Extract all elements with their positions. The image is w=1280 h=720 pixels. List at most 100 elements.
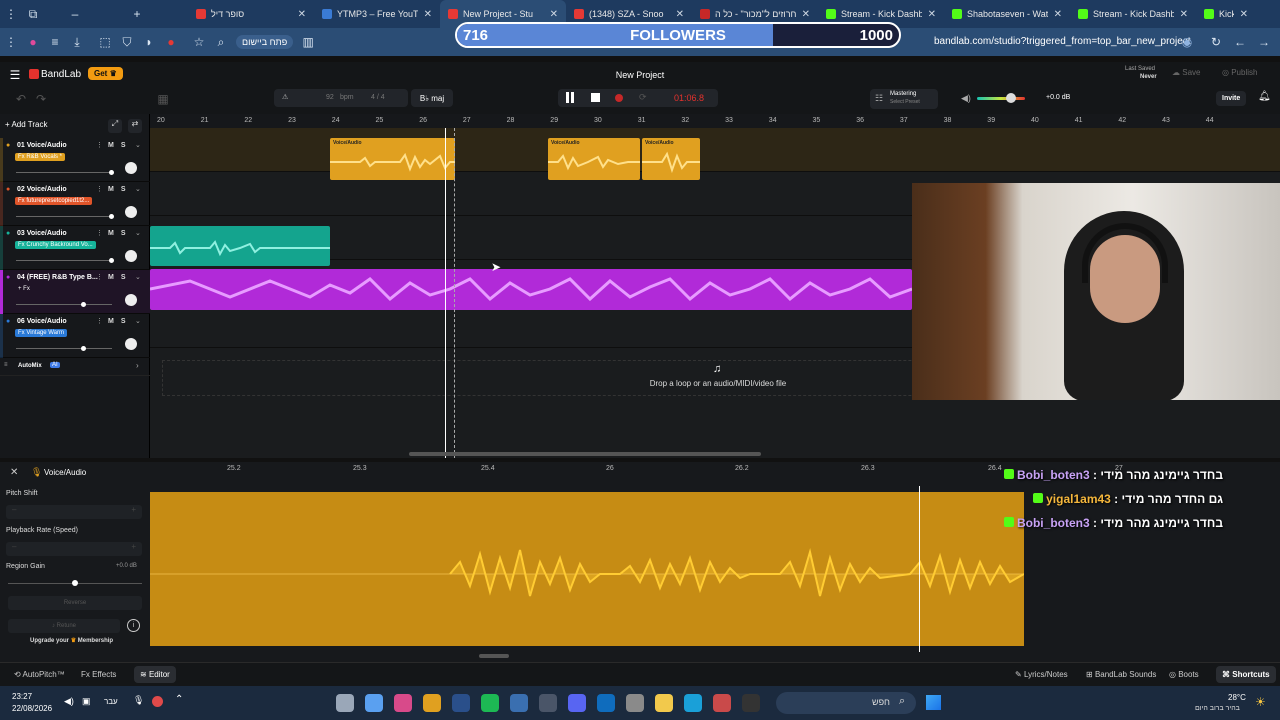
clock-time[interactable]: 23:27 [12, 692, 32, 701]
track-pan-knob[interactable] [125, 294, 137, 306]
start-button[interactable] [926, 695, 941, 710]
editor-scrollbar[interactable] [479, 654, 509, 658]
edge-app-icon[interactable] [684, 694, 702, 712]
track-header[interactable]: ● 03 Voice/Audio Fx Crunchy Backround Vo… [0, 226, 150, 270]
track-header[interactable]: ● 02 Voice/Audio Fx futurepresetcopied1t… [0, 182, 150, 226]
track-volume-handle[interactable] [81, 302, 86, 307]
track-fx-badge[interactable]: Fx futurepresetcopied1t2... [15, 197, 93, 205]
track-pan-knob[interactable] [125, 338, 137, 350]
language-indicator[interactable]: עבר [104, 697, 118, 706]
track-volume-fader[interactable] [16, 170, 114, 175]
spotify-app-icon[interactable] [481, 694, 499, 712]
editor-playhead[interactable] [919, 486, 920, 652]
close-tab-icon[interactable]: ✕ [928, 9, 936, 20]
track-volume-fader[interactable] [16, 258, 114, 263]
browser-menu-icon[interactable]: ⋮ [0, 31, 22, 53]
forward-icon[interactable]: → [1253, 31, 1275, 53]
mic-tray-icon[interactable]: 🎙︎ [133, 695, 144, 706]
master-volume-handle[interactable] [1006, 93, 1016, 103]
track-expand-icon[interactable]: ⌄ [135, 141, 141, 149]
automix-expand-icon[interactable]: › [136, 361, 139, 370]
discord-app-icon[interactable] [568, 694, 586, 712]
speaker-icon[interactable]: ◀) [961, 93, 971, 104]
track-menu-icon[interactable]: ⋮ [96, 229, 103, 237]
effects-tab[interactable]: Fx Effects [81, 670, 116, 679]
close-tab-icon[interactable]: ✕ [550, 9, 558, 20]
clip-vocal-2[interactable]: Voice/Audio [548, 138, 640, 180]
close-tab-icon[interactable]: ✕ [802, 9, 810, 20]
star-icon[interactable]: ☆ [188, 31, 210, 53]
invite-button[interactable]: Invite [1216, 91, 1247, 106]
key-selector[interactable]: B♭ maj [411, 89, 453, 107]
reload-icon[interactable]: ↻ [1205, 31, 1227, 53]
close-editor-icon[interactable]: ✕ [10, 467, 18, 478]
track-name[interactable]: 03 Voice/Audio [17, 230, 67, 237]
editor-waveform-region[interactable] [150, 492, 1024, 646]
grid-icon[interactable]: ▦ [152, 88, 174, 110]
track-settings-icon[interactable]: ⇄ [128, 119, 142, 133]
close-tab-icon[interactable]: ✕ [424, 9, 432, 20]
save-button[interactable]: ☁ Save [1172, 68, 1200, 77]
track-expand-icon[interactable]: ⌄ [135, 273, 141, 281]
close-tab-icon[interactable]: ✕ [1240, 9, 1248, 20]
region-gain-slider[interactable] [8, 580, 142, 586]
autopitch-tab[interactable]: ⟲ AutoPitch™ [14, 670, 65, 679]
bpm-value[interactable]: 92 [326, 94, 334, 101]
get-membership-button[interactable]: Get ♛ [88, 67, 123, 80]
settings-app-icon[interactable] [336, 694, 354, 712]
timeline-ruler[interactable]: 20 21 22 23 24 25 26 27 28 29 30 31 32 33 34 35 36 37 38 39… [150, 114, 1280, 128]
track-volume-handle[interactable] [81, 346, 86, 351]
browser-tab[interactable]: Shabotaseven - Watc ✕ [944, 0, 1070, 28]
extensions-icon[interactable]: ⬚ [94, 31, 116, 53]
track-volume-fader[interactable] [16, 214, 114, 219]
network-tray-icon[interactable]: ▣ [82, 696, 91, 707]
steam-client-app-icon[interactable] [510, 694, 528, 712]
tools-icon[interactable]: ⤢ [108, 119, 122, 133]
sounds-tab[interactable]: ⊞ BandLab Sounds [1086, 670, 1156, 679]
master-volume-slider[interactable] [977, 93, 1025, 103]
retune-button[interactable]: ♪ Retune [8, 619, 120, 633]
pause-button[interactable] [566, 92, 574, 103]
track-volume-fader[interactable] [16, 346, 112, 351]
obs-tray-icon[interactable] [152, 696, 163, 707]
audio-icon[interactable]: ◗ [138, 31, 160, 53]
steam-app-icon[interactable] [452, 694, 470, 712]
back-icon[interactable]: ← [1229, 31, 1251, 53]
account-icon[interactable]: ◉ [1176, 31, 1198, 53]
minimize-icon[interactable]: – [64, 3, 86, 25]
track-fx-badge[interactable]: Fx Crunchy Backround Vo... [15, 241, 96, 249]
track-pan-knob[interactable] [125, 250, 137, 262]
weather-temp[interactable]: 28°C [1228, 693, 1246, 702]
track-volume-handle[interactable] [109, 258, 114, 263]
track-menu-icon[interactable]: ⋮ [96, 185, 103, 193]
open-in-app-button[interactable]: פתח ביישום [236, 35, 294, 49]
download-icon[interactable]: ⤓ [66, 31, 88, 53]
window-menu-icon[interactable]: ⋮ [0, 3, 22, 25]
editor-tab[interactable]: ≋ Editor [134, 666, 176, 683]
browser-tab[interactable]: סופר דיל ✕ [188, 0, 314, 28]
taskbar-search[interactable]: חפש ⌕ [776, 692, 916, 714]
horizontal-scrollbar[interactable] [409, 452, 761, 456]
clip-vocal-1[interactable]: Voice/Audio [330, 138, 455, 180]
track-fx-badge[interactable]: Fx Vintage Warm [15, 329, 68, 337]
browser-tab[interactable]: Kick ✕ [1196, 0, 1256, 28]
playhead[interactable] [445, 128, 446, 458]
game-app-icon[interactable] [539, 694, 557, 712]
url-text[interactable]: bandlab.com/studio?triggered_from=top_ba… [934, 36, 1191, 47]
track-pan-knob[interactable] [125, 206, 137, 218]
office-app-icon[interactable] [713, 694, 731, 712]
explorer-app-icon[interactable] [655, 694, 673, 712]
track-expand-icon[interactable]: ⌄ [135, 185, 141, 193]
mute-solo-buttons[interactable]: MS [108, 230, 133, 237]
automix-row[interactable]: ≡ AutoMix AI › [0, 358, 150, 376]
close-tab-icon[interactable]: ✕ [1180, 9, 1188, 20]
weather-desc[interactable]: בהיר ברוב היום [1195, 705, 1240, 712]
track-fx-badge[interactable]: + Fx [15, 285, 33, 293]
clock-date[interactable]: 22/08/2026 [12, 704, 52, 713]
notifications-icon[interactable]: 🔔︎ [1258, 91, 1271, 102]
time-signature[interactable]: 4 / 4 [371, 94, 385, 101]
mute-solo-buttons[interactable]: MS [108, 142, 133, 149]
track-name[interactable]: 02 Voice/Audio [17, 186, 67, 193]
volume-tray-icon[interactable]: ◀) [64, 696, 74, 707]
track-expand-icon[interactable]: ⌄ [135, 229, 141, 237]
